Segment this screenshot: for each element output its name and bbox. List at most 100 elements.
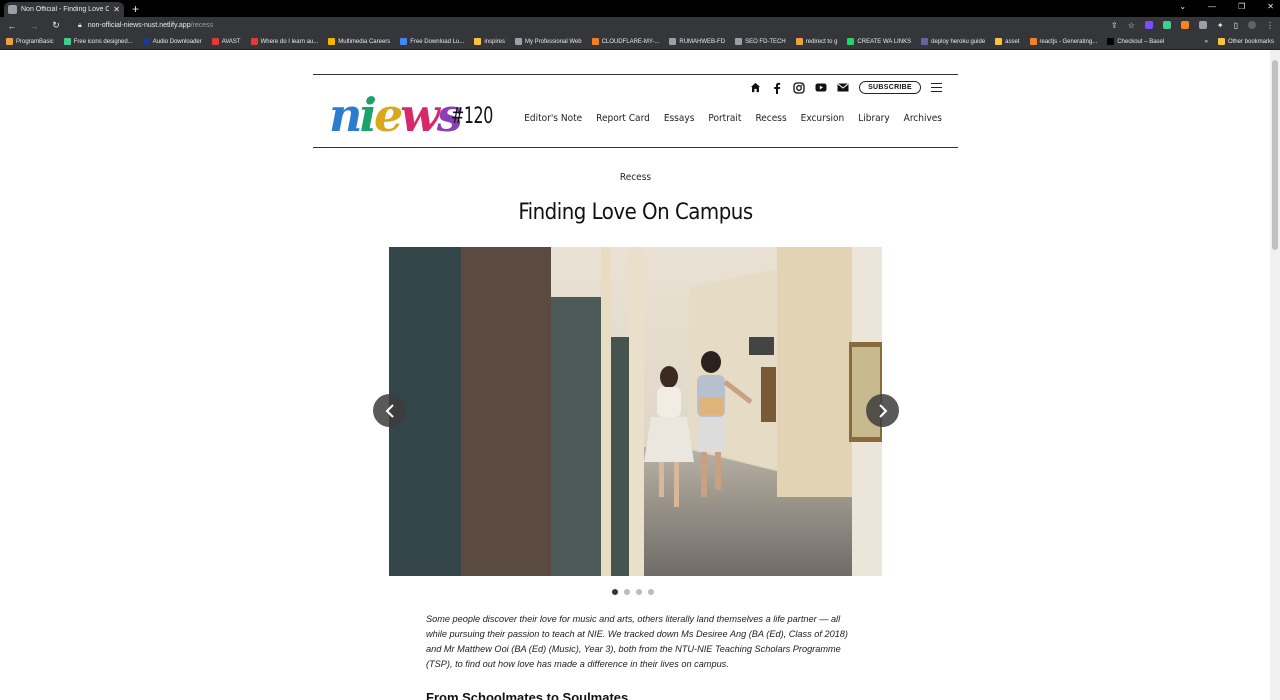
hamburger-menu-icon[interactable] [931, 83, 942, 92]
email-icon[interactable] [837, 82, 849, 94]
tab-title: Non Official - Finding Love On C [21, 6, 110, 13]
bookmark-favicon-icon [995, 38, 1003, 45]
section-heading: From Schoolmates to Soulmates [426, 690, 629, 700]
carousel-prev-button[interactable] [373, 394, 406, 427]
bookmark-label: CLOUDFLARE-MY-... [601, 38, 660, 45]
bookmark-item[interactable]: Where do I learn au... [250, 38, 319, 45]
profile-avatar-icon[interactable] [1248, 21, 1256, 29]
share-icon[interactable]: ⇪ [1111, 21, 1118, 30]
bookmark-item[interactable]: asset [995, 38, 1020, 45]
niews-logo[interactable]: niews [329, 89, 463, 141]
bookmark-favicon-icon [669, 38, 677, 45]
nav-archives[interactable]: Archives [904, 113, 942, 124]
image-carousel[interactable] [389, 247, 882, 576]
scrollbar-thumb[interactable] [1272, 60, 1278, 250]
bookmark-favicon-icon [921, 38, 929, 45]
bookmark-favicon-icon [735, 38, 743, 45]
carousel-dot[interactable] [624, 589, 630, 595]
browser-tab-active[interactable]: Non Official - Finding Love On C ✕ [4, 2, 124, 17]
instagram-icon[interactable] [793, 81, 805, 94]
bookmark-favicon-icon [1029, 38, 1037, 45]
bookmark-label: deploy heroku guide [931, 38, 986, 45]
bookmark-favicon-icon [474, 38, 482, 45]
bookmark-item[interactable]: RUMAHWEB-FD [669, 38, 725, 45]
bookmark-item[interactable]: Checkout – Basel [1107, 38, 1164, 45]
nav-excursion[interactable]: Excursion [801, 113, 845, 124]
page-scrollbar[interactable] [1270, 50, 1280, 700]
bookmark-item[interactable]: redirect to g [795, 38, 837, 45]
other-bookmarks-label: Other bookmarks [1227, 38, 1274, 45]
bookmark-item[interactable]: reactjs - Generating... [1029, 38, 1097, 45]
bookmark-favicon-icon [847, 38, 855, 45]
bookmark-label: Checkout – Basel [1117, 38, 1165, 45]
bookmark-favicon-icon [63, 38, 71, 45]
bookmark-item[interactable]: Free Download Lu... [400, 38, 464, 45]
bookmark-item[interactable]: ProgramBasic [6, 38, 54, 45]
forward-arrow-icon[interactable]: → [28, 21, 40, 31]
new-tab-button[interactable]: + [132, 2, 139, 16]
bookmarks-overflow-button[interactable]: » [1205, 39, 1208, 45]
bookmark-item[interactable]: deploy heroku guide [921, 38, 985, 45]
bookmark-item[interactable]: SEO FD-TECH [735, 38, 786, 45]
header-icon-bar: SUBSCRIBE [749, 81, 942, 94]
bookmark-label: AVAST [221, 38, 241, 45]
tab-favicon-icon [8, 5, 17, 14]
bookmark-label: RUMAHWEB-FD [679, 38, 726, 45]
bookmark-item[interactable]: Multimedia Careers [328, 38, 390, 45]
extension-icon[interactable] [1162, 21, 1171, 29]
nav-portrait[interactable]: Portrait [708, 113, 741, 124]
bookmark-item[interactable]: CREATE WA LINKS [847, 38, 911, 45]
tab-search-icon[interactable]: ⌄ [1179, 2, 1186, 11]
carousel-dot[interactable] [612, 589, 618, 595]
address-bar[interactable]: 🔒︎ non-official-niews-nust.netlify.app/r… [72, 22, 1101, 30]
close-window-button[interactable]: ✕ [1267, 2, 1274, 11]
bookmark-star-icon[interactable]: ☆ [1128, 21, 1135, 30]
folder-icon [1217, 38, 1225, 45]
extension-icon[interactable] [1198, 21, 1207, 29]
bookmark-favicon-icon [211, 38, 219, 45]
bookmark-item[interactable]: CLOUDFLARE-MY-... [591, 38, 660, 45]
nav-library[interactable]: Library [858, 113, 889, 124]
minimize-button[interactable]: — [1208, 2, 1216, 11]
other-bookmarks-folder[interactable]: Other bookmarks [1217, 38, 1274, 45]
bookmark-favicon-icon [515, 38, 523, 45]
url-path: /recess [190, 22, 214, 29]
carousel-next-button[interactable] [866, 394, 899, 427]
main-nav: Editor's Note Report Card Essays Portrai… [524, 113, 942, 124]
chevron-right-icon [878, 403, 887, 418]
carousel-dot[interactable] [636, 589, 642, 595]
browser-menu-icon[interactable]: ⋮ [1266, 21, 1274, 30]
bookmark-label: Where do I learn au... [260, 38, 319, 45]
nav-essays[interactable]: Essays [664, 113, 695, 124]
home-icon[interactable] [749, 82, 761, 94]
article-category[interactable]: Recess [313, 172, 958, 183]
side-panel-icon[interactable]: ▯ [1234, 21, 1238, 30]
metamask-icon[interactable] [1180, 21, 1189, 29]
subscribe-button[interactable]: SUBSCRIBE [859, 81, 921, 94]
carousel-dot[interactable] [648, 589, 654, 595]
bookmark-label: Free Download Lu... [410, 38, 465, 45]
site-header: niews #120 SUBSCRIBE Editor's Note Repor… [313, 74, 958, 148]
nav-report-card[interactable]: Report Card [596, 113, 650, 124]
nav-recess[interactable]: Recess [755, 113, 786, 124]
extensions-puzzle-icon[interactable]: ✦ [1217, 21, 1224, 30]
bookmark-item[interactable]: Free icons designed... [63, 38, 133, 45]
restore-button[interactable]: ❐ [1238, 2, 1245, 11]
youtube-icon[interactable] [815, 82, 827, 94]
bookmark-item[interactable]: Audio Downloader [142, 38, 202, 45]
bookmark-item[interactable]: AVAST [211, 38, 241, 45]
bookmark-item[interactable]: My Professional Web [515, 38, 582, 45]
bookmark-label: ProgramBasic [16, 38, 54, 45]
bookmark-item[interactable]: inspires [474, 38, 505, 45]
extension-icon[interactable] [1144, 21, 1153, 29]
facebook-icon[interactable] [771, 82, 783, 94]
nav-editors-note[interactable]: Editor's Note [524, 113, 582, 124]
bookmark-favicon-icon [328, 38, 336, 45]
bookmark-favicon-icon [591, 38, 599, 45]
reload-icon[interactable]: ↻ [50, 20, 62, 31]
bookmark-label: inspires [484, 38, 506, 45]
bookmark-favicon-icon [142, 38, 150, 45]
lock-icon: 🔒︎ [78, 21, 82, 29]
back-arrow-icon[interactable]: ← [6, 21, 18, 31]
tab-close-icon[interactable]: ✕ [113, 5, 120, 14]
